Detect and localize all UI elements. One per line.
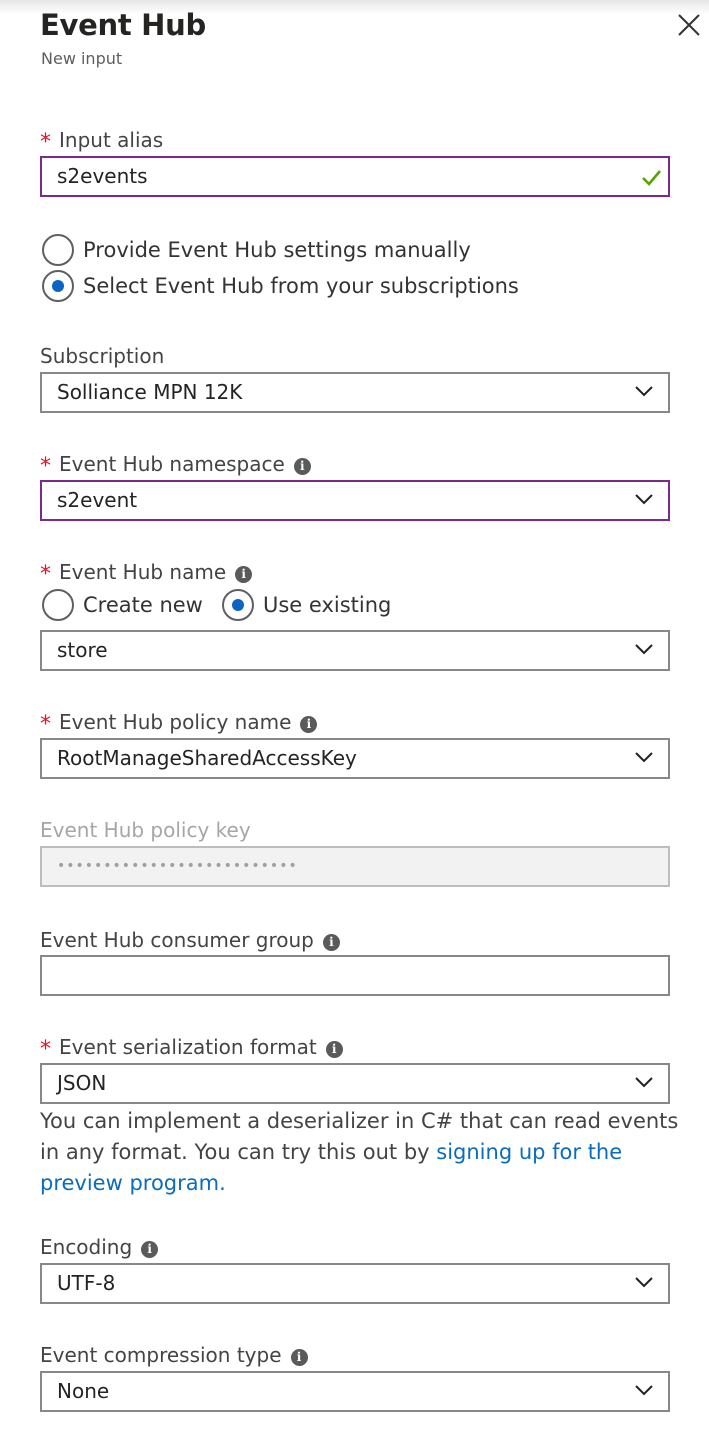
info-icon[interactable]: i	[293, 458, 311, 475]
serialization-dropdown[interactable]: JSON	[40, 1063, 670, 1104]
policy-key-value: ••••••••••••••••••••••••••	[57, 858, 298, 874]
serialization-label: * Event serialization format i	[40, 1035, 343, 1062]
serialization-help-text: You can implement a deserializer in C# t…	[40, 1106, 680, 1199]
radio-button[interactable]	[42, 589, 74, 621]
radio-create-new[interactable]: Create new	[42, 589, 203, 621]
radio-label: Provide Event Hub settings manually	[83, 238, 471, 262]
encoding-dropdown[interactable]: UTF-8	[40, 1263, 670, 1304]
required-marker: *	[40, 562, 51, 587]
info-icon[interactable]: i	[322, 934, 340, 951]
compression-label: Event compression type i	[40, 1343, 308, 1367]
info-icon[interactable]: i	[290, 1349, 308, 1366]
radio-label: Create new	[83, 593, 203, 617]
namespace-label: * Event Hub namespace i	[40, 452, 311, 479]
chevron-down-icon	[635, 494, 653, 505]
chevron-down-icon	[635, 386, 653, 397]
policy-name-dropdown[interactable]: RootManageSharedAccessKey	[40, 738, 670, 779]
radio-button-selected[interactable]	[222, 589, 254, 621]
info-icon[interactable]: i	[235, 566, 253, 583]
input-alias-label: * Input alias	[40, 128, 164, 155]
policy-name-value: RootManageSharedAccessKey	[57, 746, 357, 770]
chevron-down-icon	[635, 1385, 653, 1396]
hub-name-label-text: Event Hub name	[59, 560, 227, 584]
required-marker: *	[40, 454, 51, 479]
compression-value: None	[57, 1379, 110, 1403]
close-icon[interactable]	[674, 10, 704, 40]
check-icon	[642, 170, 661, 186]
encoding-value: UTF-8	[57, 1271, 116, 1295]
radio-label: Select Event Hub from your subscriptions	[83, 274, 519, 298]
info-icon[interactable]: i	[141, 1241, 159, 1258]
radio-use-existing[interactable]: Use existing	[222, 589, 391, 621]
hub-name-value: store	[57, 638, 108, 662]
info-icon[interactable]: i	[300, 716, 318, 733]
event-hub-panel: Event Hub New input * Input alias s2event…	[0, 0, 709, 1439]
namespace-dropdown[interactable]: s2event	[40, 480, 670, 521]
page-title: Event Hub	[40, 8, 206, 42]
chevron-down-icon	[635, 752, 653, 763]
consumer-group-label: Event Hub consumer group i	[40, 928, 340, 952]
radio-label: Use existing	[263, 593, 392, 617]
radio-button-selected[interactable]	[42, 270, 74, 302]
chevron-down-icon	[635, 1277, 653, 1288]
info-icon[interactable]: i	[325, 1041, 343, 1058]
chevron-down-icon	[635, 644, 653, 655]
namespace-value: s2event	[57, 488, 138, 512]
radio-button[interactable]	[42, 234, 74, 266]
subscription-label: Subscription	[40, 344, 165, 368]
radio-select-subscription[interactable]: Select Event Hub from your subscriptions	[42, 270, 519, 302]
policy-key-field: ••••••••••••••••••••••••••	[40, 846, 670, 887]
policy-name-label: * Event Hub policy name i	[40, 710, 318, 737]
required-marker: *	[40, 712, 51, 737]
namespace-label-text: Event Hub namespace	[59, 452, 285, 476]
hub-name-dropdown[interactable]: store	[40, 630, 670, 671]
serialization-label-text: Event serialization format	[59, 1035, 317, 1059]
serialization-value: JSON	[57, 1071, 107, 1095]
compression-label-text: Event compression type	[40, 1343, 282, 1367]
input-alias-value: s2events	[57, 164, 148, 188]
compression-dropdown[interactable]: None	[40, 1371, 670, 1412]
consumer-group-input[interactable]	[40, 955, 670, 996]
policy-name-label-text: Event Hub policy name	[59, 710, 292, 734]
radio-manual-settings[interactable]: Provide Event Hub settings manually	[42, 234, 471, 266]
chevron-down-icon	[635, 1077, 653, 1088]
encoding-label-text: Encoding	[40, 1235, 133, 1259]
subscription-dropdown[interactable]: Solliance MPN 12K	[40, 372, 670, 413]
subscription-value: Solliance MPN 12K	[57, 380, 243, 404]
encoding-label: Encoding i	[40, 1235, 159, 1259]
page-subtitle: New input	[41, 49, 123, 68]
input-alias-label-text: Input alias	[59, 128, 164, 152]
hub-name-label: * Event Hub name i	[40, 560, 253, 587]
required-marker: *	[40, 130, 51, 155]
required-marker: *	[40, 1037, 51, 1062]
consumer-group-label-text: Event Hub consumer group	[40, 928, 314, 952]
input-alias-field[interactable]: s2events	[40, 156, 670, 197]
policy-key-label: Event Hub policy key	[40, 818, 251, 842]
